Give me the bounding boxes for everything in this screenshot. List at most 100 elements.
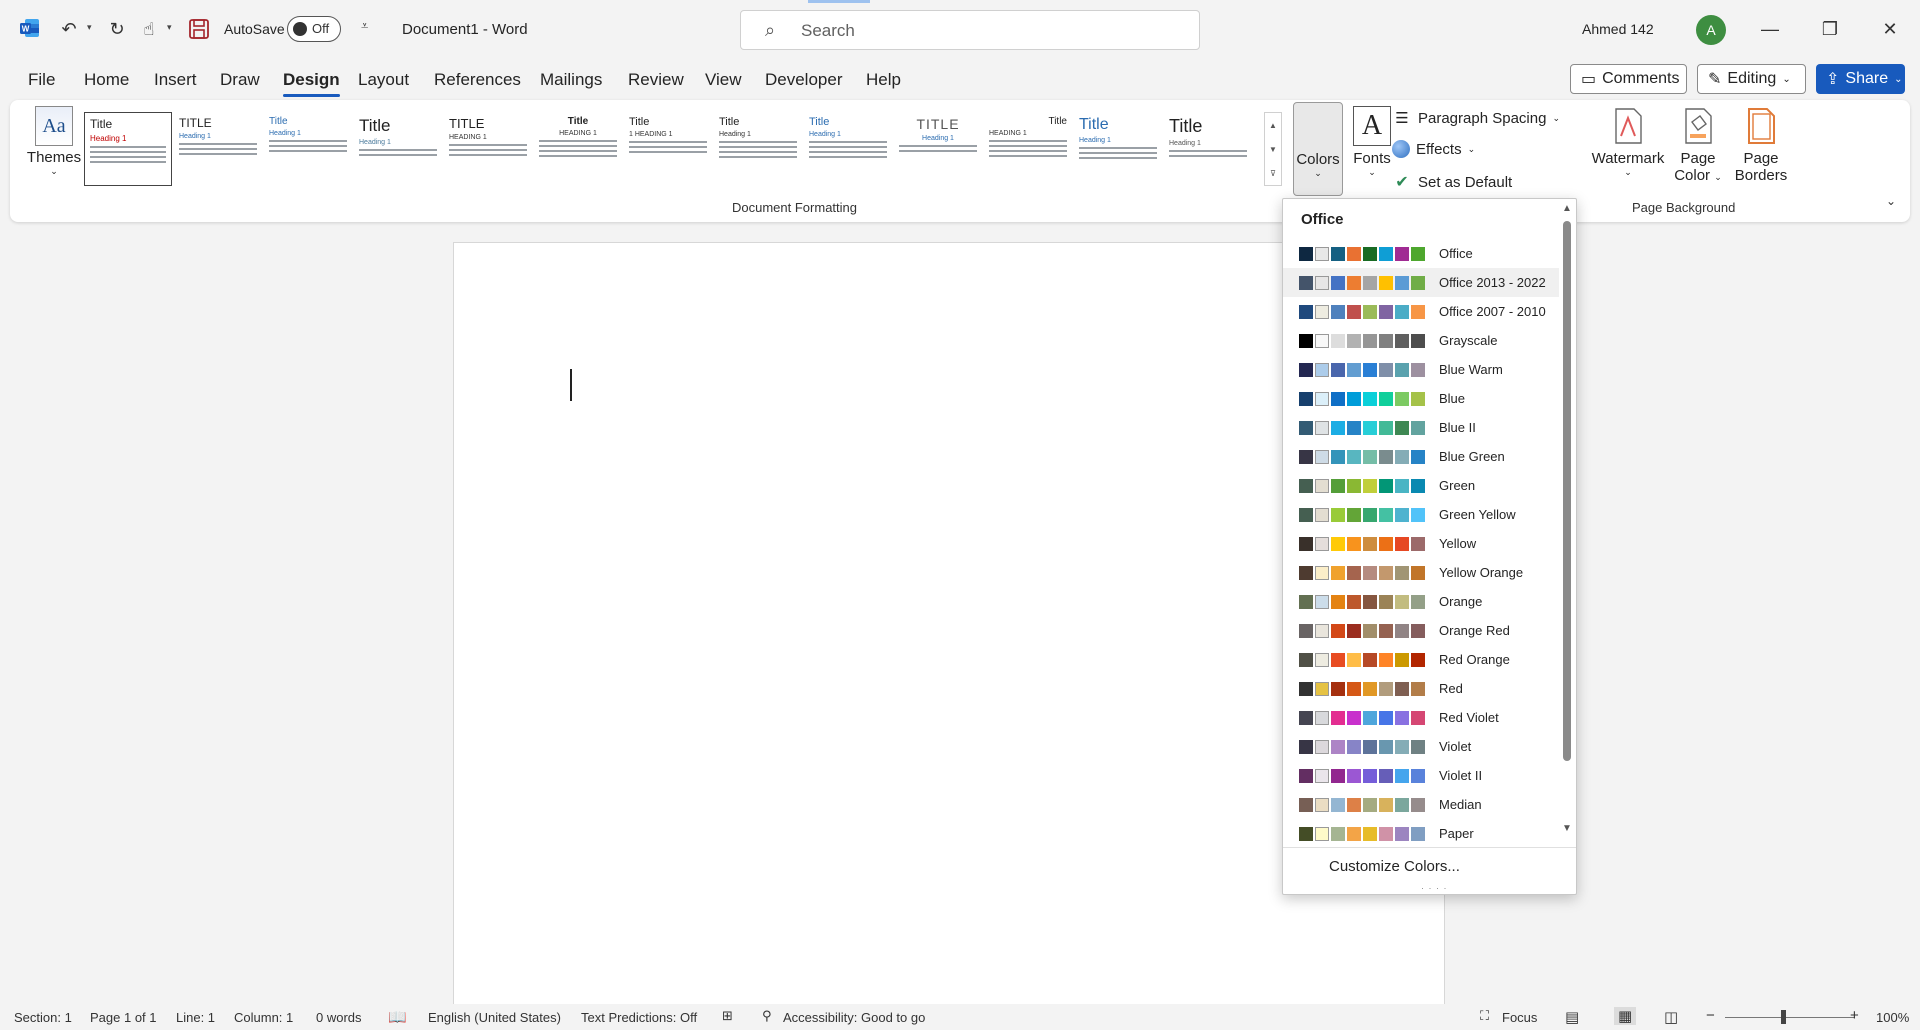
editing-button[interactable]: ✎ Editing ⌄ xyxy=(1697,64,1806,94)
scroll-down-icon[interactable]: ▼ xyxy=(1560,823,1574,841)
color-scheme-item[interactable]: Blue xyxy=(1283,384,1559,413)
style-set-item[interactable]: Title Heading 1 xyxy=(264,112,352,186)
color-scheme-item[interactable]: Red xyxy=(1283,674,1559,703)
effects-button[interactable]: Effects ⌄ xyxy=(1392,140,1475,158)
fonts-button[interactable]: A Fonts ⌄ xyxy=(1348,106,1396,178)
touch-mode-icon[interactable]: ☝ xyxy=(136,16,162,42)
tab-home[interactable]: Home xyxy=(84,70,129,90)
resize-grip-icon[interactable]: · · · · xyxy=(1421,883,1448,893)
zoom-slider[interactable] xyxy=(1725,1017,1855,1018)
tab-view[interactable]: View xyxy=(705,70,742,90)
share-button[interactable]: ⇪ Share ⌄ xyxy=(1816,64,1905,94)
focus-label[interactable]: Focus xyxy=(1502,1010,1537,1025)
restore-icon[interactable]: ❐ xyxy=(1815,14,1845,44)
style-set-item[interactable]: Title Heading 1 xyxy=(714,112,802,186)
page-color-button[interactable]: Page Color ⌄ xyxy=(1670,106,1726,184)
color-scheme-item[interactable]: Red Violet xyxy=(1283,703,1559,732)
color-scheme-item[interactable]: Paper xyxy=(1283,819,1559,848)
customize-colors-button[interactable]: Customize Colors... xyxy=(1329,858,1460,875)
color-scheme-item[interactable]: Green xyxy=(1283,471,1559,500)
focus-icon[interactable]: ⛶ xyxy=(1480,1008,1489,1024)
gallery-more-icon[interactable]: ⊽ xyxy=(1265,161,1281,185)
tab-mailings[interactable]: Mailings xyxy=(540,70,602,90)
watermark-button[interactable]: Watermark ⌄ xyxy=(1590,106,1666,178)
undo-icon[interactable]: ↶ xyxy=(56,16,82,42)
tab-insert[interactable]: Insert xyxy=(154,70,197,90)
accessibility-indicator[interactable]: Accessibility: Good to go xyxy=(783,1010,925,1025)
tab-references[interactable]: References xyxy=(434,70,521,90)
column-indicator[interactable]: Column: 1 xyxy=(234,1010,293,1025)
language-indicator[interactable]: English (United States) xyxy=(428,1010,561,1025)
paragraph-spacing-button[interactable]: ☰ Paragraph Spacing ⌄ xyxy=(1392,108,1560,128)
style-set-item[interactable]: Title Heading 1 xyxy=(1074,112,1162,186)
tab-design[interactable]: Design xyxy=(283,70,340,97)
dropdown-scrollbar[interactable]: ▲ ▼ xyxy=(1560,203,1574,843)
macro-recording-icon[interactable]: ⊞ xyxy=(722,1008,733,1024)
web-layout-icon[interactable]: ◫ xyxy=(1664,1008,1678,1026)
color-scheme-item[interactable]: Blue Green xyxy=(1283,442,1559,471)
section-indicator[interactable]: Section: 1 xyxy=(14,1010,72,1025)
color-scheme-item[interactable]: Violet xyxy=(1283,732,1559,761)
touch-dropdown-icon[interactable]: ▾ xyxy=(167,22,172,33)
zoom-slider-thumb[interactable] xyxy=(1781,1010,1786,1024)
style-set-item[interactable]: TITLE Heading 1 xyxy=(894,112,982,186)
accessibility-icon[interactable]: ⚲ xyxy=(762,1008,772,1024)
style-set-item[interactable]: Title Heading 1 xyxy=(84,112,172,186)
style-set-item[interactable]: Title 1 HEADING 1 xyxy=(624,112,712,186)
save-icon[interactable] xyxy=(186,16,212,42)
style-set-item[interactable]: TITLE Heading 1 xyxy=(174,112,262,186)
color-scheme-item[interactable]: Yellow xyxy=(1283,529,1559,558)
style-set-item[interactable]: Title Heading 1 xyxy=(1164,112,1252,186)
page-indicator[interactable]: Page 1 of 1 xyxy=(90,1010,157,1025)
color-scheme-item[interactable]: Yellow Orange xyxy=(1283,558,1559,587)
tab-file[interactable]: File xyxy=(28,70,55,90)
color-scheme-item[interactable]: Office 2007 - 2010 xyxy=(1283,297,1559,326)
color-scheme-item[interactable]: Office 2013 - 2022 xyxy=(1283,268,1559,297)
color-scheme-item[interactable]: Orange Red xyxy=(1283,616,1559,645)
page-borders-button[interactable]: Page Borders xyxy=(1730,106,1792,184)
color-scheme-item[interactable]: Office xyxy=(1283,239,1559,268)
style-set-item[interactable]: Title Heading 1 xyxy=(354,112,442,186)
comments-button[interactable]: ▭ Comments xyxy=(1570,64,1687,94)
print-layout-icon[interactable]: ▦ xyxy=(1614,1007,1637,1025)
color-scheme-item[interactable]: Green Yellow xyxy=(1283,500,1559,529)
undo-dropdown-icon[interactable]: ▾ xyxy=(87,22,92,33)
proofing-icon[interactable]: 📖 xyxy=(388,1008,407,1026)
color-scheme-item[interactable]: Blue Warm xyxy=(1283,355,1559,384)
word-count[interactable]: 0 words xyxy=(316,1010,362,1025)
autosave-toggle[interactable]: Off xyxy=(287,16,341,42)
colors-button[interactable]: Colors ⌄ xyxy=(1293,102,1343,196)
color-scheme-item[interactable]: Orange xyxy=(1283,587,1559,616)
ribbon-collapse-icon[interactable]: ⌄ xyxy=(1886,194,1896,208)
themes-button[interactable]: Aa Themes ⌄ xyxy=(24,106,84,188)
color-scheme-item[interactable]: Blue II xyxy=(1283,413,1559,442)
minimize-icon[interactable]: — xyxy=(1755,14,1785,44)
color-scheme-item[interactable]: Median xyxy=(1283,790,1559,819)
zoom-out-icon[interactable]: − xyxy=(1706,1007,1715,1024)
close-icon[interactable]: ✕ xyxy=(1875,14,1905,44)
tab-developer[interactable]: Developer xyxy=(765,70,843,90)
style-set-item[interactable]: Title HEADING 1 xyxy=(984,112,1072,186)
search-box[interactable]: ⌕ Search xyxy=(740,10,1200,50)
read-mode-icon[interactable]: ▤ xyxy=(1565,1008,1579,1026)
tab-layout[interactable]: Layout xyxy=(358,70,409,90)
gallery-down-icon[interactable]: ▼ xyxy=(1265,137,1281,161)
scroll-thumb[interactable] xyxy=(1563,221,1571,761)
line-indicator[interactable]: Line: 1 xyxy=(176,1010,215,1025)
customize-quick-access-icon[interactable]: ⩡ xyxy=(361,18,368,34)
zoom-in-icon[interactable]: + xyxy=(1850,1007,1859,1024)
tab-review[interactable]: Review xyxy=(628,70,684,90)
zoom-level[interactable]: 100% xyxy=(1876,1010,1909,1025)
color-scheme-item[interactable]: Red Orange xyxy=(1283,645,1559,674)
text-predictions-indicator[interactable]: Text Predictions: Off xyxy=(581,1010,697,1025)
style-set-item[interactable]: TITLE HEADING 1 xyxy=(444,112,532,186)
style-set-item[interactable]: Title HEADING 1 xyxy=(534,112,622,186)
scroll-up-icon[interactable]: ▲ xyxy=(1560,203,1574,221)
color-scheme-item[interactable]: Grayscale xyxy=(1283,326,1559,355)
tab-help[interactable]: Help xyxy=(866,70,901,90)
set-as-default-button[interactable]: ✔ Set as Default xyxy=(1392,172,1512,192)
avatar[interactable]: A xyxy=(1696,15,1726,45)
tab-draw[interactable]: Draw xyxy=(220,70,260,90)
gallery-up-icon[interactable]: ▲ xyxy=(1265,113,1281,137)
redo-icon[interactable]: ↻ xyxy=(104,16,130,42)
